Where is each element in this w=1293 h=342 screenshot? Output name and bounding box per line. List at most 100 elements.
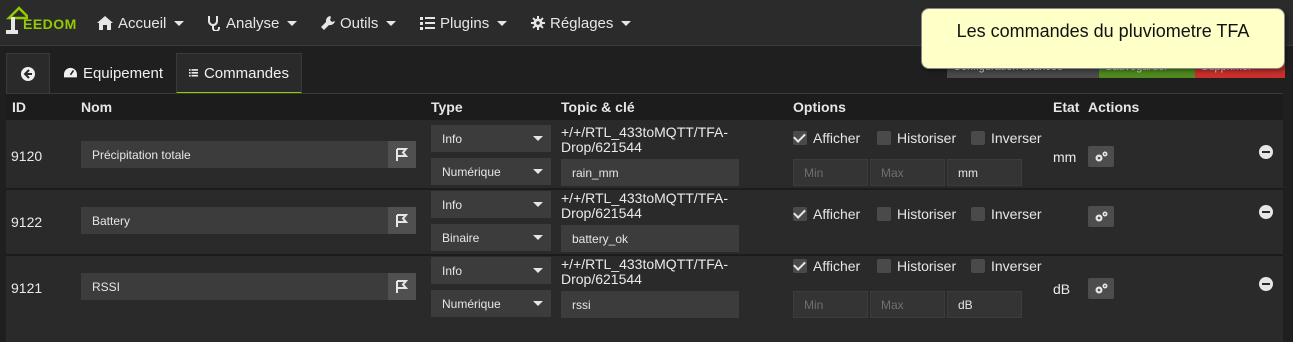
cmd-icon-button[interactable] (388, 273, 416, 300)
nav-reglages-label: Réglages (550, 14, 614, 32)
configure-button[interactable] (1088, 278, 1114, 299)
subtype-select-value: Numérique (442, 297, 501, 311)
type-select-value: Info (442, 198, 463, 212)
remove-icon[interactable] (1259, 145, 1273, 159)
checkbox-icon (971, 259, 985, 273)
chevron-down-icon (533, 169, 543, 174)
subtype-select[interactable]: Numérique (431, 290, 551, 317)
chevron-down-icon (174, 20, 185, 26)
json-key-input[interactable]: battery_ok (561, 225, 739, 252)
table-row: 9122 Battery Info Binaire +/+/RTL_433toM… (6, 190, 1283, 254)
stethoscope-icon (207, 15, 220, 31)
chevron-down-icon (287, 20, 298, 26)
gear-icon (531, 16, 545, 30)
max-input[interactable]: Max (870, 291, 945, 318)
cogs-icon (1095, 283, 1108, 293)
command-id: 9120 (11, 148, 43, 164)
flag-icon (396, 147, 409, 161)
type-select[interactable]: Info (431, 257, 551, 284)
remove-icon[interactable] (1259, 205, 1273, 219)
topic-text: +/+/RTL_433toMQTT/TFA-Drop/621544 (561, 124, 729, 155)
arrow-circle-left-icon (21, 67, 35, 81)
show-checkbox[interactable]: Afficher (793, 258, 860, 274)
type-select-value: Info (442, 264, 463, 278)
header-actions: Actions (1088, 99, 1140, 115)
type-select[interactable]: Info (431, 191, 551, 218)
nav-analyse-label: Analyse (226, 14, 280, 32)
configure-button[interactable] (1088, 206, 1114, 227)
nav-outils-label: Outils (340, 14, 379, 32)
checkbox-icon (877, 259, 891, 273)
tasks-icon (420, 16, 435, 30)
tab-commands[interactable]: Commandes (176, 53, 302, 94)
checkbox-checked-icon (793, 259, 807, 273)
nav-analyse[interactable]: Analyse (207, 13, 298, 33)
unit-input[interactable]: dB (947, 291, 1022, 318)
state-value: mm (1053, 149, 1077, 165)
state-value: dB (1053, 281, 1071, 297)
configure-button[interactable] (1088, 146, 1114, 167)
back-tab[interactable] (6, 53, 50, 94)
show-checkbox[interactable]: Afficher (793, 130, 860, 146)
chevron-down-icon (533, 202, 543, 207)
min-input[interactable]: Min (793, 291, 868, 318)
header-state: Etat (1053, 99, 1080, 115)
checkbox-icon (877, 207, 891, 221)
nav-accueil[interactable]: Accueil (97, 13, 185, 33)
json-key-input[interactable]: rain_mm (561, 159, 739, 186)
subtype-select[interactable]: Numérique (431, 158, 551, 185)
historize-checkbox[interactable]: Historiser (877, 206, 956, 222)
tab-equipment-label: Equipement (82, 65, 163, 82)
max-input[interactable]: Max (870, 159, 945, 186)
chevron-down-icon (621, 20, 632, 26)
historize-label: Historiser (897, 206, 957, 222)
unit-input[interactable]: mm (947, 159, 1022, 186)
invert-checkbox[interactable]: Inverser (971, 206, 1042, 222)
cogs-icon (1095, 211, 1108, 221)
cogs-icon (1095, 151, 1108, 161)
json-key-input[interactable]: rssi (561, 291, 739, 318)
home-icon (97, 16, 113, 30)
nav-plugins[interactable]: Plugins (420, 13, 508, 33)
invert-label: Inverser (991, 258, 1042, 274)
header-type: Type (431, 99, 463, 115)
cmd-icon-button[interactable] (388, 207, 416, 234)
chevron-down-icon (533, 301, 543, 306)
wrench-icon (321, 16, 335, 30)
table-row: 9120 Précipitation totale Info Numérique… (6, 120, 1283, 188)
show-label: Afficher (813, 206, 861, 222)
chevron-down-icon (533, 235, 543, 240)
annotation-callout: Les commandes du pluviometre TFA (921, 8, 1285, 69)
jeedom-logo[interactable]: EEDOM (6, 4, 78, 40)
commands-table: ID Nom Type Topic & clé Options Etat Act… (6, 94, 1283, 342)
topic-text: +/+/RTL_433toMQTT/TFA-Drop/621544 (561, 190, 729, 221)
nav-outils[interactable]: Outils (321, 13, 397, 33)
cmd-icon-button[interactable] (388, 141, 416, 168)
min-input[interactable]: Min (793, 159, 868, 186)
historize-checkbox[interactable]: Historiser (877, 258, 956, 274)
tab-equipment[interactable]: Equipement (52, 53, 175, 94)
command-name-input[interactable]: Battery (81, 207, 389, 234)
remove-icon[interactable] (1259, 277, 1273, 291)
invert-label: Inverser (991, 130, 1042, 146)
command-id: 9122 (11, 214, 43, 230)
historize-checkbox[interactable]: Historiser (877, 130, 956, 146)
header-id: ID (12, 99, 26, 115)
subtype-select[interactable]: Binaire (431, 224, 551, 251)
table-row: 9121 RSSI Info Numérique +/+/RTL_433toMQ… (6, 256, 1283, 342)
show-checkbox[interactable]: Afficher (793, 206, 860, 222)
command-id: 9121 (11, 280, 43, 296)
header-name: Nom (81, 99, 113, 115)
invert-checkbox[interactable]: Inverser (971, 258, 1042, 274)
checkbox-icon (877, 131, 891, 145)
header-options: Options (793, 99, 846, 115)
historize-label: Historiser (897, 258, 957, 274)
flag-icon (396, 213, 409, 227)
type-select[interactable]: Info (431, 125, 551, 152)
nav-plugins-label: Plugins (440, 14, 490, 32)
command-name-input[interactable]: Précipitation totale (81, 141, 389, 168)
invert-label: Inverser (991, 206, 1042, 222)
invert-checkbox[interactable]: Inverser (971, 130, 1042, 146)
nav-reglages[interactable]: Réglages (531, 13, 632, 33)
command-name-input[interactable]: RSSI (81, 273, 389, 300)
